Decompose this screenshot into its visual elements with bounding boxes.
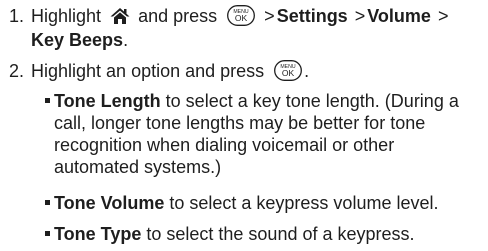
menu-ok-key-icon: MENU OK xyxy=(227,5,256,27)
option-description: to select a key tone length. (During a xyxy=(165,91,459,111)
home-icon xyxy=(110,7,130,24)
path-volume: Volume xyxy=(367,6,431,26)
path-separator: > xyxy=(264,6,275,26)
bullet-square xyxy=(45,200,50,206)
step-1-text-press: and press xyxy=(138,6,218,26)
option-description: recognition when dialing voicemail or ot… xyxy=(54,135,395,155)
step-1-end: . xyxy=(123,30,129,51)
option-term: Tone Length xyxy=(54,91,161,111)
menu-ok-key-icon: MENU OK xyxy=(274,60,303,82)
option-description: to select a keypress volume level. xyxy=(169,193,439,213)
option-description: to select the sound of a keypress. xyxy=(146,224,415,244)
option-description: automated systems.) xyxy=(54,157,222,177)
option-term: Tone Volume xyxy=(54,193,165,213)
option-description: call, longer tone lengths may be better … xyxy=(54,113,426,133)
step-2: 2. Highlight an option and press MENU OK … xyxy=(9,60,485,84)
path-separator: > xyxy=(437,6,449,26)
step-2-end: . xyxy=(304,61,310,81)
option-term: Tone Type xyxy=(54,224,142,244)
instruction-page: 1. Highlight and press MENU OK > Settings … xyxy=(0,0,488,251)
step-2-text: Highlight an option and press xyxy=(31,61,265,81)
step-1-text-highlight: Highlight xyxy=(31,6,102,26)
step-1: 1. Highlight and press MENU OK > Settings … xyxy=(9,5,485,52)
key-bottom-label: OK xyxy=(235,13,248,23)
key-bottom-label: OK xyxy=(282,68,295,78)
step-1-number: 1. xyxy=(9,6,25,26)
path-separator: > xyxy=(354,6,366,26)
step-2-number: 2. xyxy=(9,61,25,81)
path-key-beeps: Key Beeps xyxy=(31,30,124,51)
step-1-line-2: Key Beeps. xyxy=(9,29,485,52)
step-1-line-1: 1. Highlight and press MENU OK > Settings … xyxy=(9,5,485,29)
bullet-square xyxy=(45,231,50,237)
bullet-square xyxy=(45,98,50,104)
option-tone-volume: Tone Volume to select a keypress volume … xyxy=(45,192,481,214)
step-2-line-1: 2. Highlight an option and press MENU OK … xyxy=(9,60,485,84)
option-tone-type: Tone Type to select the sound of a keypr… xyxy=(45,223,481,245)
option-tone-length: Tone Length to select a key tone length.… xyxy=(45,90,481,178)
path-settings: Settings xyxy=(276,6,348,26)
